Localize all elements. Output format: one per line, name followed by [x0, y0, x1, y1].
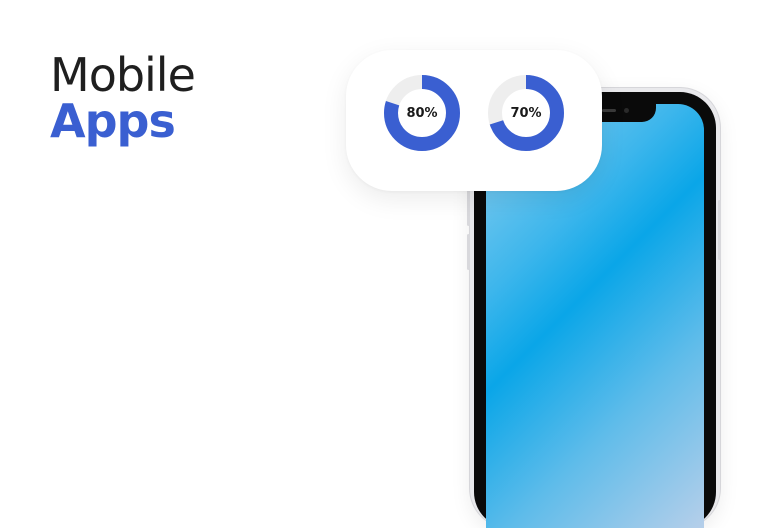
phone-side-button-left-1 [467, 190, 470, 226]
stats-card: 80% 70% [346, 50, 602, 191]
donut-chart: 80% [383, 74, 461, 152]
donut-chart: 70% [487, 74, 565, 152]
camera-icon [624, 108, 629, 113]
headline-line-2: Apps [50, 94, 176, 148]
headline: Mobile Apps [50, 48, 196, 148]
headline-line-1: Mobile [50, 48, 196, 102]
donut-label: 80% [406, 105, 438, 121]
speaker-icon [602, 109, 616, 112]
phone-side-button-left-2 [467, 234, 470, 270]
phone-side-button-right [718, 200, 721, 260]
donut-label: 70% [510, 105, 542, 121]
